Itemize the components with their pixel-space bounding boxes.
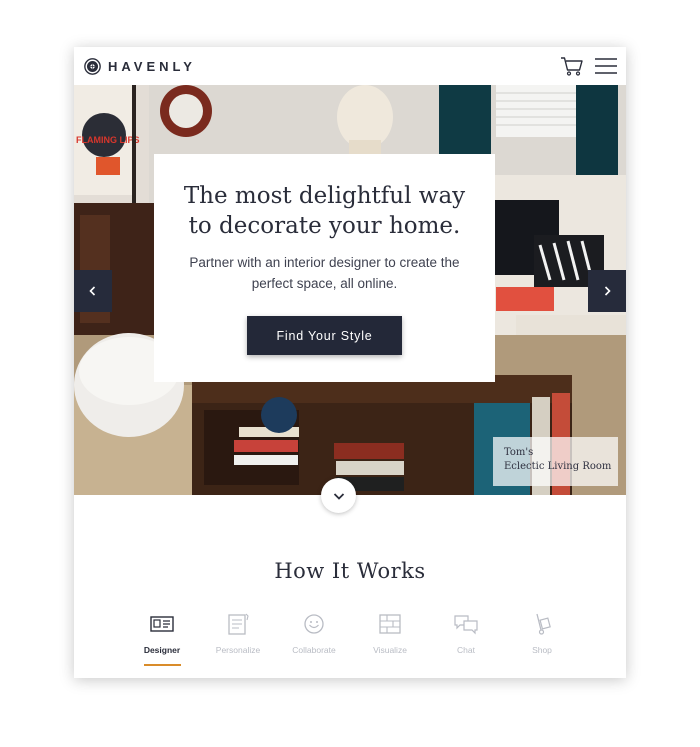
smiley-face-icon bbox=[304, 614, 324, 634]
scroll-down-button[interactable] bbox=[321, 478, 356, 513]
brand-name: HAVENLY bbox=[108, 58, 196, 74]
tab-label: Personalize bbox=[215, 645, 261, 655]
brick-wall-icon bbox=[379, 614, 401, 634]
photo-caption: Tom's Eclectic Living Room bbox=[493, 437, 618, 486]
hero-subtitle: Partner with an interior designer to cre… bbox=[189, 255, 460, 291]
active-tab-underline bbox=[144, 664, 181, 666]
tab-collaborate[interactable]: Collaborate bbox=[276, 612, 352, 668]
tab-designer[interactable]: Designer bbox=[124, 612, 200, 668]
tab-chat[interactable]: Chat bbox=[428, 612, 504, 668]
hero-carousel: FLAMING LIPS The most delightful way to … bbox=[74, 85, 626, 495]
caption-owner: Tom's bbox=[504, 447, 534, 458]
tab-personalize[interactable]: Personalize bbox=[200, 612, 276, 668]
chat-bubbles-icon bbox=[454, 615, 478, 635]
tab-label: Designer bbox=[143, 645, 181, 655]
carousel-prev-button[interactable] bbox=[74, 270, 112, 312]
how-it-works-title: How It Works bbox=[274, 559, 426, 583]
tab-label: Shop bbox=[532, 645, 552, 655]
tab-shop[interactable]: Shop bbox=[504, 612, 580, 668]
designer-card-icon bbox=[150, 616, 174, 632]
hamburger-menu-icon[interactable] bbox=[595, 57, 617, 75]
hero-card: The most delightful way to decorate your… bbox=[154, 154, 495, 382]
chevron-right-icon bbox=[604, 286, 611, 296]
chevron-down-icon bbox=[333, 492, 344, 500]
site-header: HAVENLY bbox=[74, 47, 626, 85]
poster-text: FLAMING LIPS bbox=[76, 135, 140, 145]
notepad-pencil-icon bbox=[228, 613, 249, 635]
tab-label: Collaborate bbox=[292, 645, 336, 655]
tab-label: Chat bbox=[457, 645, 475, 655]
tab-label: Visualize bbox=[373, 645, 407, 655]
hand-truck-icon bbox=[536, 613, 551, 635]
logo-mark-icon bbox=[84, 57, 101, 75]
how-it-works-tabs: Designer Personalize Collaborate Visuali… bbox=[124, 612, 580, 668]
carousel-next-button[interactable] bbox=[588, 270, 626, 312]
caption-room: Eclectic Living Room bbox=[504, 461, 612, 472]
havenly-logo[interactable]: HAVENLY bbox=[84, 57, 196, 75]
tab-visualize[interactable]: Visualize bbox=[352, 612, 428, 668]
shopping-cart-icon[interactable] bbox=[560, 56, 584, 76]
find-your-style-button[interactable]: Find Your Style bbox=[247, 316, 402, 355]
chevron-left-icon bbox=[89, 286, 96, 296]
hero-title: The most delightful way to decorate your… bbox=[183, 183, 466, 239]
browser-frame: HAVENLY FLAMING LIPS The most delightful… bbox=[74, 47, 626, 678]
